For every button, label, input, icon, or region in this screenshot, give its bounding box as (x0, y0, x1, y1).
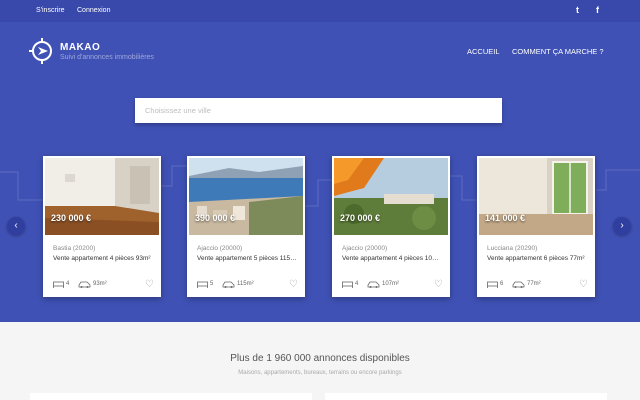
listing-title[interactable]: Vente appartement 4 pièces 107m² (342, 255, 442, 262)
listings-count-headline: Plus de 1 960 000 annonces disponibles (230, 353, 410, 364)
favorite-heart-icon[interactable]: ♡ (579, 279, 588, 290)
bed-icon (197, 281, 208, 288)
bed-icon (487, 281, 498, 288)
content-panel (325, 393, 607, 400)
area-value: 107m² (382, 281, 400, 287)
hero-section: S'inscrire Connexion t f MAKAO Suivi d'a… (0, 0, 640, 322)
compass-logo-icon[interactable] (29, 38, 55, 64)
carousel-prev-button[interactable]: ‹ (7, 217, 25, 235)
car-icon (512, 281, 525, 288)
rooms-value: 4 (66, 281, 70, 287)
login-link[interactable]: Connexion (77, 7, 110, 14)
listing-location: Bastia (20200) (53, 245, 96, 252)
brand-name[interactable]: MAKAO (60, 42, 100, 53)
car-icon (222, 281, 235, 288)
twitter-icon[interactable]: t (576, 5, 579, 15)
listing-location: Ajaccio (20000) (197, 245, 243, 252)
favorite-heart-icon[interactable]: ♡ (145, 279, 154, 290)
nav-home[interactable]: ACCUEIL (467, 47, 500, 56)
signup-link[interactable]: S'inscrire (36, 7, 65, 14)
listing-photo[interactable] (334, 158, 448, 235)
listing-location: Lucciana (20290) (487, 245, 538, 252)
rooms-value: 5 (210, 281, 214, 287)
area-value: 77m² (527, 281, 541, 287)
facebook-icon[interactable]: f (596, 5, 599, 15)
listing-features: 4 93m² (53, 280, 153, 289)
favorite-heart-icon[interactable]: ♡ (434, 279, 443, 290)
listing-title[interactable]: Vente appartement 4 pièces 93m² (53, 255, 153, 262)
bed-icon (53, 281, 64, 288)
listing-photo[interactable] (45, 158, 159, 235)
city-search-input[interactable] (135, 98, 502, 123)
bed-icon (342, 281, 353, 288)
listings-count-subtitle: Maisons, appartements, bureaux, terrains… (238, 370, 402, 376)
content-panel (30, 393, 312, 400)
car-icon (367, 281, 380, 288)
top-bar: S'inscrire Connexion t f (0, 0, 640, 22)
listing-price: 390 000 € (195, 213, 236, 223)
listing-card[interactable]: 230 000 € Bastia (20200) Vente apparteme… (43, 156, 161, 297)
listing-features: 5 115m² (197, 280, 297, 289)
rooms-value: 4 (355, 281, 359, 287)
carousel-next-button[interactable]: › (613, 217, 631, 235)
nav-how-it-works[interactable]: COMMENT ÇA MARCHE ? (512, 47, 604, 56)
listing-title[interactable]: Vente appartement 5 pièces 115m² (197, 255, 297, 262)
area-value: 115m² (237, 281, 254, 287)
listing-photo[interactable] (479, 158, 593, 235)
area-value: 93m² (93, 281, 107, 287)
listing-location: Ajaccio (20000) (342, 245, 388, 252)
listing-price: 270 000 € (340, 213, 381, 223)
listing-price: 230 000 € (51, 213, 92, 223)
favorite-heart-icon[interactable]: ♡ (289, 279, 298, 290)
listing-card[interactable]: 390 000 € Ajaccio (20000) Vente appartem… (187, 156, 305, 297)
listing-card[interactable]: 141 000 € Lucciana (20290) Vente apparte… (477, 156, 595, 297)
rooms-value: 6 (500, 281, 504, 287)
listing-photo[interactable] (189, 158, 303, 235)
listing-card[interactable]: 270 000 € Ajaccio (20000) Vente appartem… (332, 156, 450, 297)
car-icon (78, 281, 91, 288)
listing-price: 141 000 € (485, 213, 526, 223)
listing-title[interactable]: Vente appartement 6 pièces 77m² (487, 255, 587, 262)
brand-tagline: Suivi d'annonces immobilières (60, 54, 154, 61)
listing-features: 6 77m² (487, 280, 587, 289)
listing-features: 4 107m² (342, 280, 442, 289)
